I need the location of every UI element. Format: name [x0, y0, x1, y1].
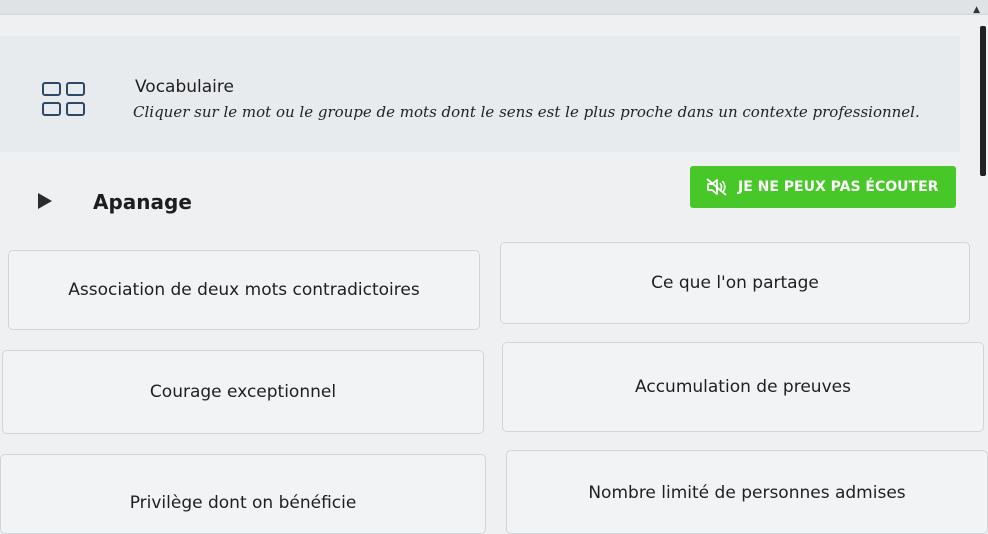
answer-option[interactable]: Accumulation de preuves — [502, 342, 984, 432]
answer-option[interactable]: Courage exceptionnel — [2, 350, 484, 434]
answer-label: Accumulation de preuves — [635, 377, 851, 397]
scroll-up-icon[interactable]: ▲ — [973, 6, 980, 15]
answer-label: Association de deux mots contradictoires — [68, 280, 420, 300]
scrollbar[interactable]: ▲ — [972, 0, 988, 517]
top-bar — [0, 0, 988, 15]
answer-option[interactable]: Nombre limité de personnes admises — [506, 450, 988, 534]
cards-icon — [42, 82, 90, 120]
cannot-listen-label: JE NE PEUX PAS ÉCOUTER — [738, 179, 939, 195]
answer-option[interactable]: Association de deux mots contradictoires — [8, 250, 480, 330]
play-icon[interactable] — [38, 193, 52, 209]
cannot-listen-button[interactable]: JE NE PEUX PAS ÉCOUTER — [690, 166, 956, 208]
answer-label: Nombre limité de personnes admises — [588, 483, 906, 503]
exercise-title: Vocabulaire — [135, 77, 234, 97]
exercise-instruction: Cliquer sur le mot ou le groupe de mots … — [133, 103, 920, 121]
answer-option[interactable]: Privilège dont on bénéficie — [0, 454, 486, 534]
speaker-muted-icon — [706, 178, 727, 196]
scrollbar-thumb[interactable] — [980, 26, 986, 176]
answer-label: Privilège dont on bénéficie — [129, 493, 357, 513]
answer-label: Ce que l'on partage — [651, 273, 819, 293]
answer-option[interactable]: Ce que l'on partage — [500, 242, 970, 324]
answer-label: Courage exceptionnel — [149, 382, 337, 402]
target-word: Apanage — [93, 190, 192, 214]
